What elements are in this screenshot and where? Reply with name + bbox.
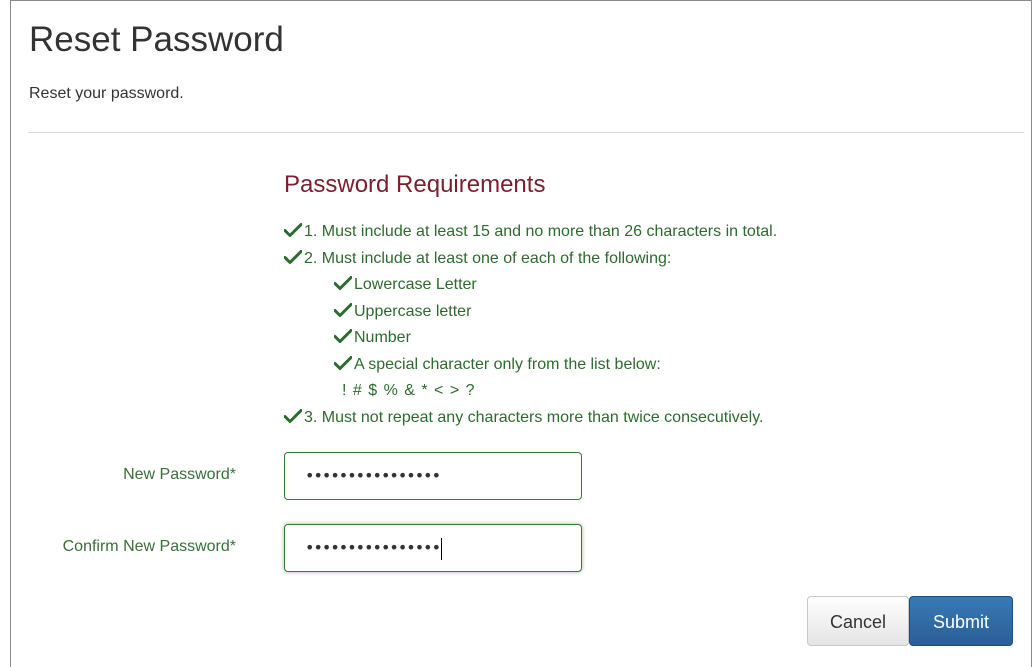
- checkmark-icon: [284, 249, 302, 264]
- submit-button[interactable]: Submit: [909, 596, 1013, 646]
- requirement-item: 2. Must include at least one of each of …: [284, 246, 777, 273]
- requirement-sub-text: A special character only from the list b…: [354, 355, 661, 373]
- special-characters: ! # $ % & * < > ?: [342, 382, 476, 399]
- requirement-sub-item: Number: [284, 325, 777, 352]
- new-password-label: New Password*: [123, 466, 236, 483]
- reset-password-panel: Reset Password Reset your password. Pass…: [10, 0, 1032, 667]
- confirm-password-input[interactable]: ••••••••••••••••: [284, 524, 582, 572]
- new-password-input[interactable]: ••••••••••••••••: [284, 452, 582, 500]
- requirement-sub-text: Number: [354, 329, 411, 346]
- requirement-sub-item: Uppercase letter: [284, 299, 777, 326]
- confirm-password-label: Confirm New Password*: [62, 538, 236, 555]
- checkmark-icon: [334, 302, 352, 317]
- confirm-password-value: ••••••••••••••••: [305, 538, 441, 557]
- requirements-title: Password Requirements: [284, 171, 546, 198]
- requirement-text: 1. Must include at least 15 and no more …: [304, 223, 778, 240]
- divider: [28, 132, 1024, 133]
- requirement-item: 1. Must include at least 15 and no more …: [284, 219, 777, 246]
- checkmark-icon: [334, 355, 352, 370]
- page-subtitle: Reset your password.: [29, 85, 184, 102]
- requirement-sub-item: Lowercase Letter: [284, 272, 777, 299]
- checkmark-icon: [284, 223, 302, 237]
- text-caret: [441, 537, 442, 560]
- requirement-sub-text: Uppercase letter: [354, 302, 472, 320]
- checkmark-icon: [334, 329, 352, 343]
- requirement-item: 3. Must not repeat any characters more t…: [284, 405, 777, 432]
- requirement-sub-item: A special character only from the list b…: [284, 352, 777, 379]
- checkmark-icon: [284, 408, 302, 423]
- new-password-value: ••••••••••••••••: [305, 466, 441, 485]
- page-title: Reset Password: [29, 20, 284, 59]
- checkmark-icon: [334, 276, 352, 290]
- requirement-sub-text: Lowercase Letter: [354, 276, 477, 293]
- cancel-button[interactable]: Cancel: [807, 596, 909, 646]
- requirement-text: 2. Must include at least one of each of …: [304, 249, 672, 267]
- requirements-list: 1. Must include at least 15 and no more …: [284, 219, 777, 431]
- requirement-text: 3. Must not repeat any characters more t…: [304, 408, 764, 426]
